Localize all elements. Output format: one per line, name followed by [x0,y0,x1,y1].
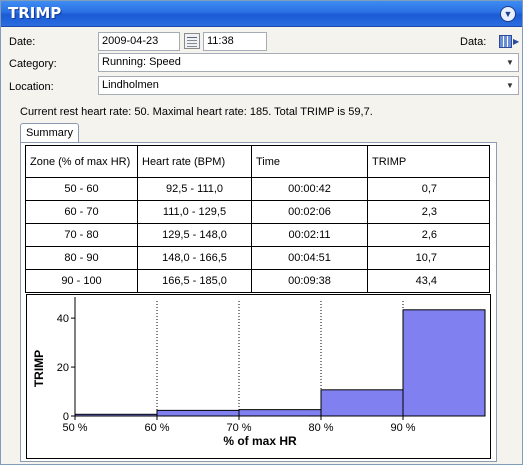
time-value: 11:38 [207,35,234,47]
collapse-chevron-icon[interactable]: ▼ [500,6,516,22]
column-header-trimp[interactable]: TRIMP [367,145,490,178]
time-field[interactable]: 11:38 [203,32,267,51]
cell-trimp: 2,6 [367,223,490,247]
cell-zone: 60 - 70 [25,200,138,224]
chevron-down-icon[interactable]: ▼ [502,77,518,94]
calendar-icon[interactable] [184,33,200,49]
cell-zone: 50 - 60 [25,177,138,201]
cell-trimp: 0,7 [367,177,490,201]
y-tick-label: 20 [57,362,69,374]
x-tick-label: 80 % [308,422,333,434]
x-tick-label: 90 % [390,422,415,434]
category-label: Category: [9,58,57,70]
data-table-icon[interactable] [499,35,512,48]
tab-summary[interactable]: Summary [20,123,79,143]
zone-table: Zone (% of max HR) Heart rate (BPM) Time… [25,145,490,293]
cell-trimp: 2,3 [367,200,490,224]
table-row[interactable]: 70 - 80 129,5 - 148,0 00:02:11 2,6 [25,223,490,247]
window-title: TRIMP [8,4,62,22]
column-header-zone[interactable]: Zone (% of max HR) [25,145,138,178]
column-header-heart-rate[interactable]: Heart rate (BPM) [137,145,252,178]
cell-time: 00:02:06 [251,200,368,224]
location-select[interactable]: Lindholmen ▼ [98,76,519,95]
bar [156,409,240,417]
cell-heart-rate: 166,5 - 185,0 [137,269,252,293]
y-axis-label: TRIMP [32,350,46,387]
cell-heart-rate: 92,5 - 111,0 [137,177,252,201]
y-tick-label: 40 [57,313,69,325]
bar [238,409,322,417]
cell-heart-rate: 148,0 - 166,5 [137,246,252,270]
cell-heart-rate: 129,5 - 148,0 [137,223,252,247]
category-select[interactable]: Running: Speed ▼ [98,53,519,72]
column-header-time[interactable]: Time [251,145,368,178]
category-value: Running: Speed [102,56,181,68]
table-header-row: Zone (% of max HR) Heart rate (BPM) Time… [25,145,490,178]
chevron-down-icon[interactable]: ▼ [502,54,518,71]
bar [320,389,404,417]
cell-heart-rate: 111,0 - 129,5 [137,200,252,224]
table-row[interactable]: 90 - 100 166,5 - 185,0 00:09:38 43,4 [25,269,490,293]
location-label: Location: [9,81,54,93]
data-label: Data: [460,36,487,48]
x-tick-label: 60 % [144,422,169,434]
cell-zone: 90 - 100 [25,269,138,293]
cell-time: 00:04:51 [251,246,368,270]
title-bar: TRIMP ▼ [1,1,522,27]
data-arrow-icon[interactable]: ▶ [513,37,519,46]
trimp-chart: 0 20 40 50 % 60 % 70 % 80 % 90 %% of max HR TRIM… [26,294,491,459]
date-label: Date: [9,36,36,48]
date-value: 2009-04-23 [102,35,159,47]
table-row[interactable]: 60 - 70 111,0 - 129,5 00:02:06 2,3 [25,200,490,224]
cell-time: 00:02:11 [251,223,368,247]
cell-trimp: 10,7 [367,246,490,270]
cell-trimp: 43,4 [367,269,490,293]
x-axis-label: % of max HR [223,434,297,448]
cell-time: 00:09:38 [251,269,368,293]
summary-info: Current rest heart rate: 50. Maximal hea… [20,106,373,118]
table-row[interactable]: 50 - 60 92,5 - 111,0 00:00:42 0,7 [25,177,490,201]
x-tick-label: 50 % [62,422,87,434]
date-field[interactable]: 2009-04-23 [98,32,180,51]
trimp-window: TRIMP ▼ Date: 2009-04-23 11:38 Data: ▶ C… [0,0,523,465]
cell-zone: 70 - 80 [25,223,138,247]
cell-time: 00:00:42 [251,177,368,201]
table-row[interactable]: 80 - 90 148,0 - 166,5 00:04:51 10,7 [25,246,490,270]
chart-svg: 0204050 % 60 % 70 % 80 % 90 %% of max HRTRIM… [32,297,486,448]
location-value: Lindholmen [102,79,159,91]
bar [402,309,486,417]
x-tick-label: 70 % [226,422,251,434]
cell-zone: 80 - 90 [25,246,138,270]
